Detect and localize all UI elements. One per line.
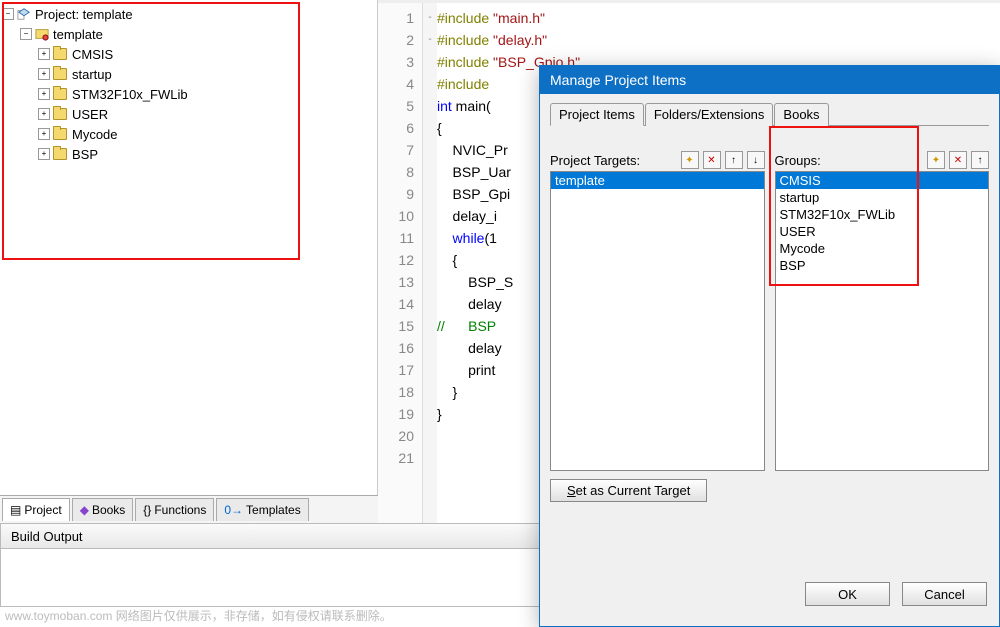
list-item[interactable]: template bbox=[551, 172, 764, 189]
folder-label: Mycode bbox=[72, 127, 118, 142]
move-down-button[interactable]: ↓ bbox=[747, 151, 765, 169]
new-target-button[interactable]: ✦ bbox=[681, 151, 699, 169]
groups-column: Groups: ✦ ✕ ↑ CMSISstartupSTM32F10x_FWLi… bbox=[775, 151, 990, 502]
targets-label: Project Targets: bbox=[550, 153, 677, 168]
tab-label: Templates bbox=[246, 503, 301, 517]
project-targets-column: Project Targets: ✦ ✕ ↑ ↓ template Set as… bbox=[550, 151, 765, 502]
tree-folder[interactable]: + CMSIS bbox=[2, 44, 375, 64]
expand-icon[interactable]: + bbox=[38, 88, 50, 100]
delete-group-button[interactable]: ✕ bbox=[949, 151, 967, 169]
list-item[interactable]: USER bbox=[776, 223, 989, 240]
expand-icon[interactable]: + bbox=[38, 48, 50, 60]
list-item[interactable]: startup bbox=[776, 189, 989, 206]
expand-icon[interactable]: + bbox=[38, 68, 50, 80]
tab-project[interactable]: ▤ Project bbox=[2, 498, 70, 521]
expand-icon[interactable]: + bbox=[38, 108, 50, 120]
tree-folder[interactable]: + USER bbox=[2, 104, 375, 124]
tab-books[interactable]: ◆ Books bbox=[72, 498, 134, 521]
functions-tab-icon: {} bbox=[143, 503, 151, 517]
tab-label: Books bbox=[92, 503, 125, 517]
ok-button[interactable]: OK bbox=[805, 582, 890, 606]
tree-root[interactable]: − Project: template bbox=[2, 4, 375, 24]
folder-label: startup bbox=[72, 67, 112, 82]
tab-label: Project bbox=[24, 503, 61, 517]
tab-functions[interactable]: {} Functions bbox=[135, 498, 214, 521]
expand-icon[interactable]: + bbox=[38, 148, 50, 160]
tree-folder[interactable]: + startup bbox=[2, 64, 375, 84]
folder-icon bbox=[53, 68, 67, 80]
dialog-tabs: Project Items Folders/Extensions Books bbox=[550, 102, 989, 126]
fold-column: -- bbox=[423, 3, 437, 523]
list-item[interactable]: STM32F10x_FWLib bbox=[776, 206, 989, 223]
cancel-button[interactable]: Cancel bbox=[902, 582, 987, 606]
list-item[interactable]: Mycode bbox=[776, 240, 989, 257]
folder-icon bbox=[53, 108, 67, 120]
project-icon bbox=[17, 7, 31, 21]
set-current-target-button[interactable]: Set as Current Target bbox=[550, 479, 707, 502]
folder-icon bbox=[53, 88, 67, 100]
dialog-tab-project-items[interactable]: Project Items bbox=[550, 103, 644, 126]
tree-template[interactable]: − template bbox=[2, 24, 375, 44]
folder-icon bbox=[53, 148, 67, 160]
dialog-tab-folders[interactable]: Folders/Extensions bbox=[645, 103, 774, 126]
new-group-button[interactable]: ✦ bbox=[927, 151, 945, 169]
folder-icon bbox=[53, 128, 67, 140]
tree-folder[interactable]: + BSP bbox=[2, 144, 375, 164]
manage-project-items-dialog: Manage Project Items Project Items Folde… bbox=[539, 65, 1000, 627]
folder-label: STM32F10x_FWLib bbox=[72, 87, 188, 102]
expand-icon[interactable]: + bbox=[38, 128, 50, 140]
delete-target-button[interactable]: ✕ bbox=[703, 151, 721, 169]
target-icon bbox=[35, 27, 49, 41]
tree-folder[interactable]: + STM32F10x_FWLib bbox=[2, 84, 375, 104]
tab-templates[interactable]: 0→ Templates bbox=[216, 498, 308, 521]
tree-root-label: Project: template bbox=[35, 7, 133, 22]
folder-label: USER bbox=[72, 107, 108, 122]
dialog-title: Manage Project Items bbox=[540, 66, 999, 94]
groups-list[interactable]: CMSISstartupSTM32F10x_FWLibUSERMycodeBSP bbox=[775, 171, 990, 471]
tree-template-label: template bbox=[53, 27, 103, 42]
watermark: www.toymoban.com 网络图片仅供展示，非存储，如有侵权请联系删除。 bbox=[5, 607, 392, 624]
books-tab-icon: ◆ bbox=[80, 503, 89, 517]
project-tab-icon: ▤ bbox=[10, 503, 21, 517]
bottom-tabs: ▤ Project ◆ Books {} Functions 0→ Templa… bbox=[0, 495, 378, 523]
list-item[interactable]: CMSIS bbox=[776, 172, 989, 189]
collapse-icon[interactable]: − bbox=[20, 28, 32, 40]
groups-label: Groups: bbox=[775, 153, 924, 168]
line-gutter: 123456789101112131415161718192021 bbox=[378, 3, 423, 523]
templates-tab-icon: 0→ bbox=[224, 503, 243, 517]
tree-folder[interactable]: + Mycode bbox=[2, 124, 375, 144]
tab-label: Functions bbox=[154, 503, 206, 517]
collapse-icon[interactable]: − bbox=[2, 8, 14, 20]
list-item[interactable]: BSP bbox=[776, 257, 989, 274]
move-up-button[interactable]: ↑ bbox=[725, 151, 743, 169]
project-panel: − Project: template − template + CMSIS + st… bbox=[0, 0, 378, 495]
dialog-tab-books[interactable]: Books bbox=[774, 103, 828, 126]
folder-label: CMSIS bbox=[72, 47, 113, 62]
folder-icon bbox=[53, 48, 67, 60]
folder-label: BSP bbox=[72, 147, 98, 162]
move-up-button[interactable]: ↑ bbox=[971, 151, 989, 169]
project-tree: − Project: template − template + CMSIS + st… bbox=[0, 0, 377, 168]
targets-list[interactable]: template bbox=[550, 171, 765, 471]
